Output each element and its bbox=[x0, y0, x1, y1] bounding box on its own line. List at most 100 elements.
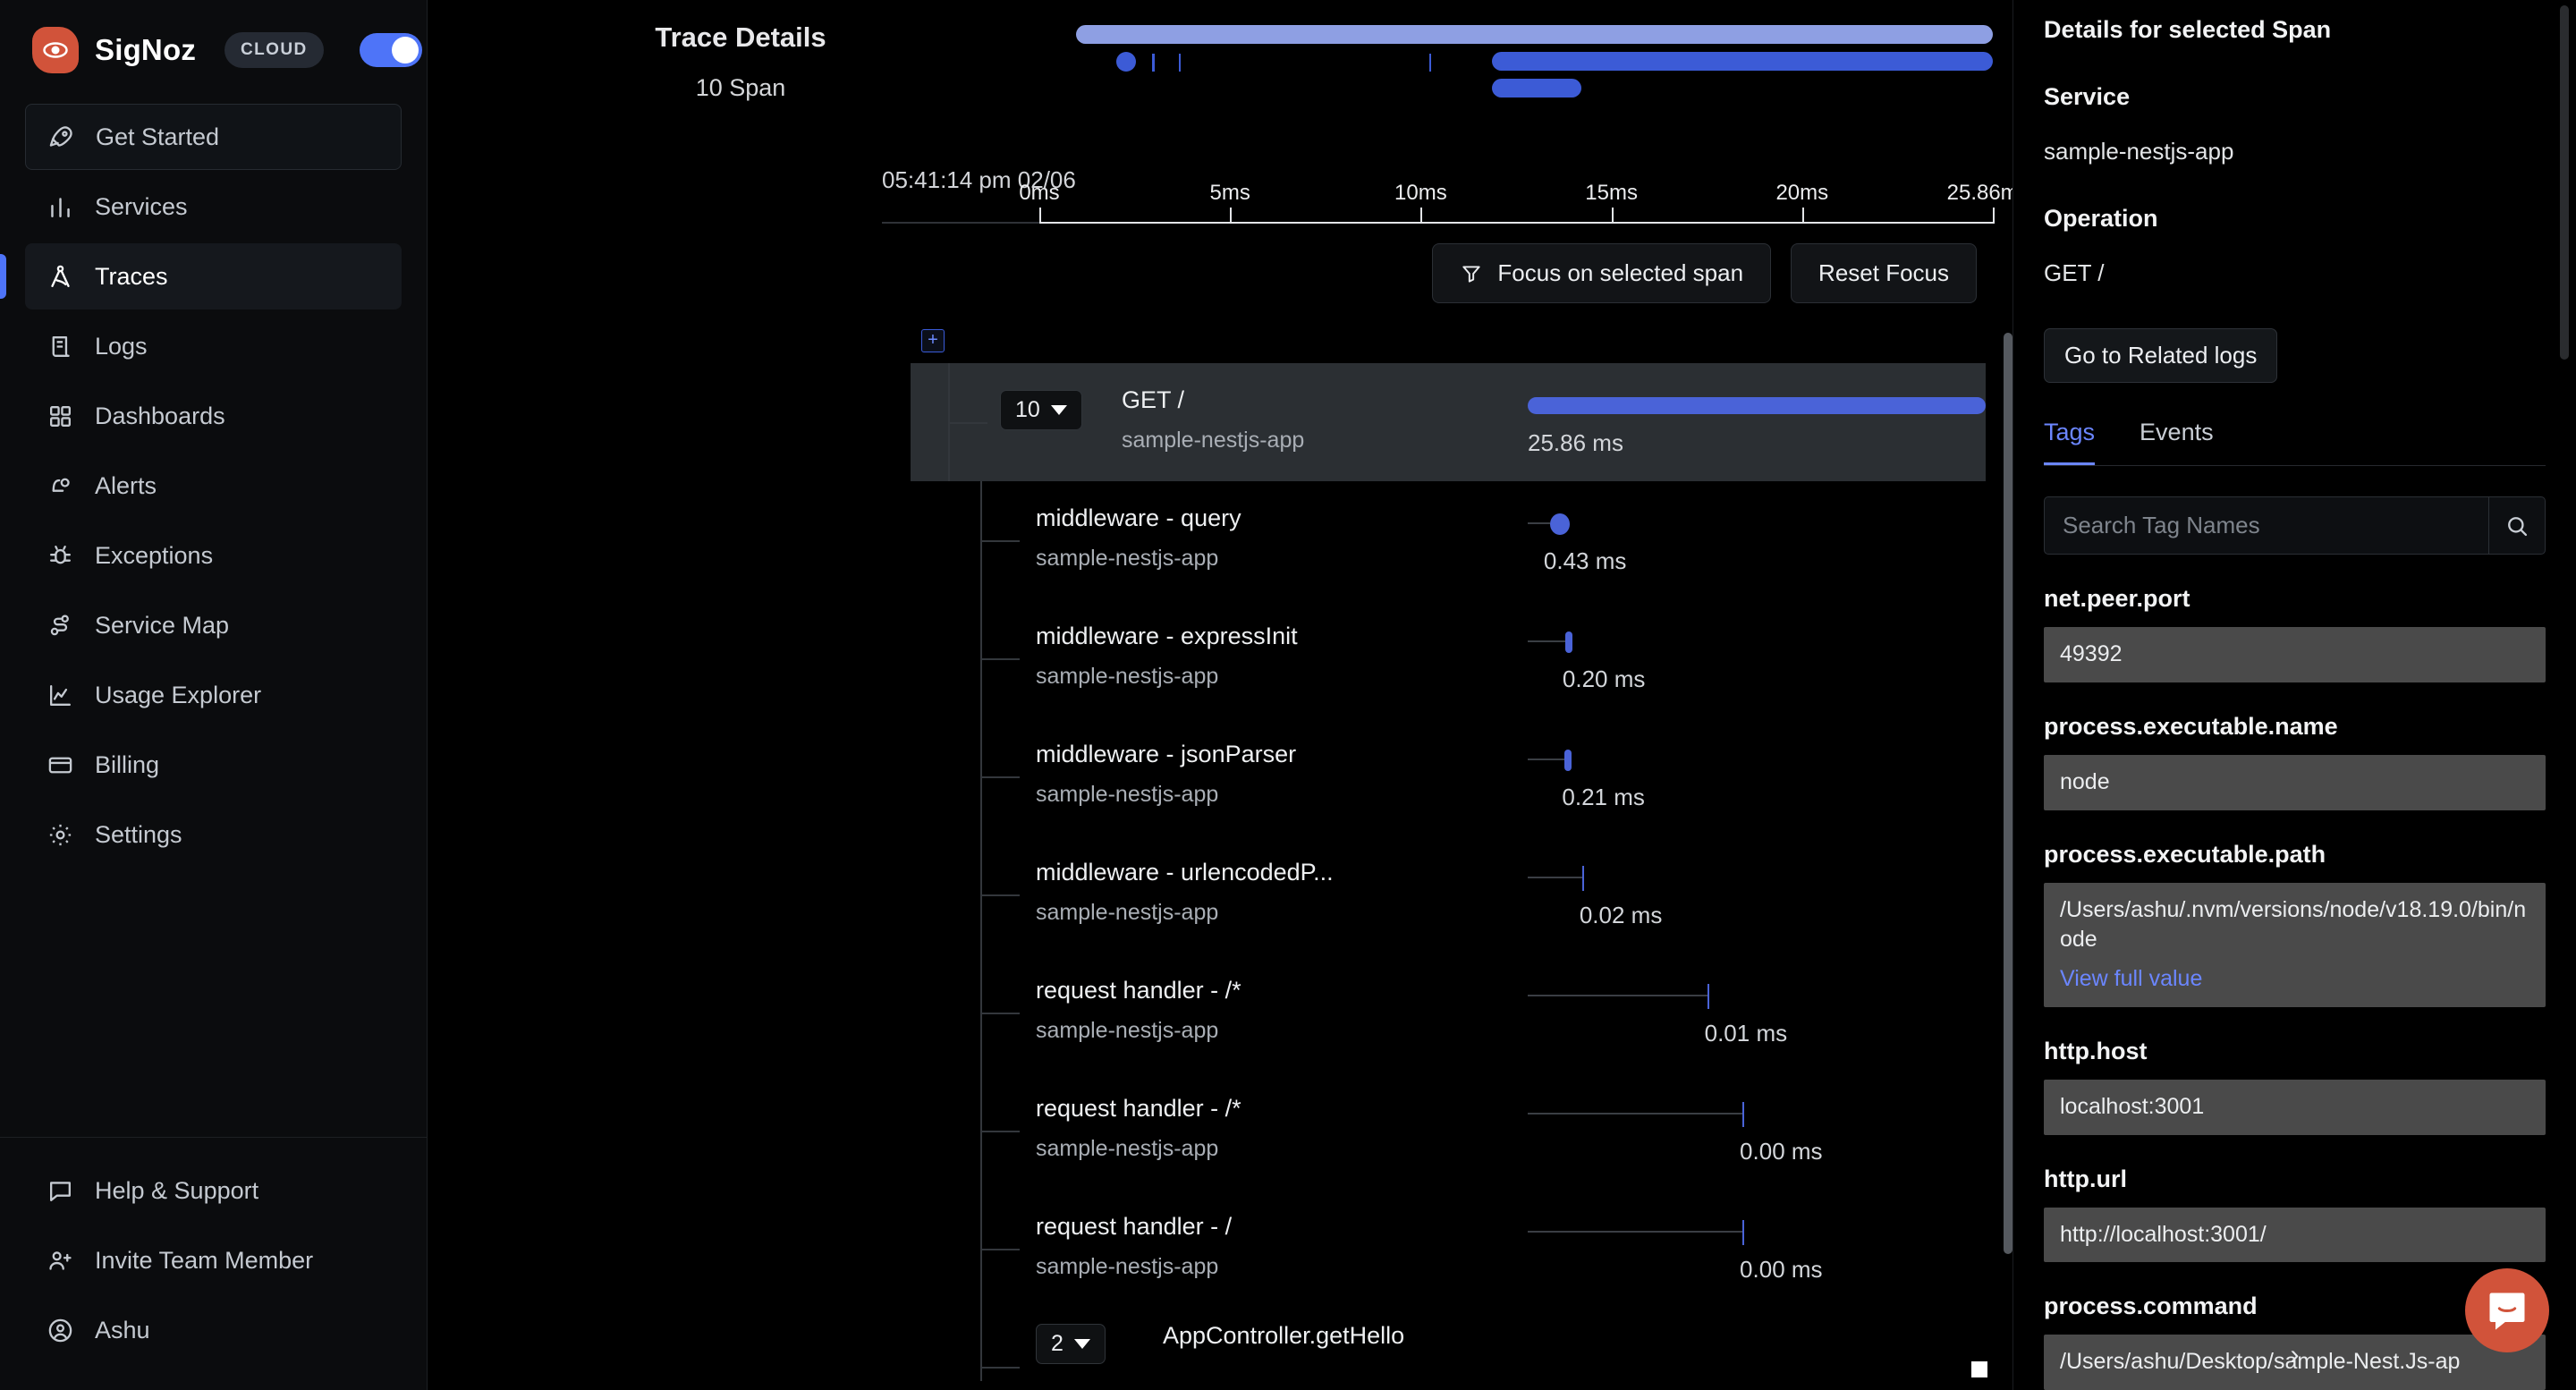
tree-connector bbox=[982, 1013, 1020, 1014]
trace-header-titles: Trace Details 10 Span bbox=[428, 5, 1054, 159]
sidebar-item-get-started[interactable]: Get Started bbox=[25, 104, 402, 170]
table-row[interactable]: request handler - /* sample-nestjs-app 0… bbox=[911, 954, 1986, 1072]
axis-tick-label: 20ms bbox=[1775, 181, 1829, 205]
sidebar-item-account[interactable]: Ashu bbox=[25, 1297, 402, 1363]
span-service: sample-nestjs-app bbox=[1036, 1136, 1219, 1161]
sidebar-item-label: Service Map bbox=[95, 611, 230, 639]
details-panel-scrollbar[interactable] bbox=[2560, 5, 2569, 360]
timeline-axis: 05:41:14 pm 02/06 0ms 5ms 10ms 15ms 20ms… bbox=[882, 166, 2029, 224]
span-bar bbox=[1528, 397, 1986, 414]
trace-detail-main: Trace Details 10 Span 05:41:14 pm 02/06 … bbox=[428, 0, 2029, 1390]
sidebar-item-traces[interactable]: Traces bbox=[0, 243, 402, 309]
search-button[interactable] bbox=[2488, 496, 2546, 555]
span-leader-line bbox=[1528, 522, 1550, 524]
sidebar-item-dashboards[interactable]: Dashboards bbox=[25, 383, 402, 449]
tag-search bbox=[2044, 496, 2546, 555]
tag-value: 49392 bbox=[2044, 627, 2546, 682]
chevron-down-icon bbox=[1050, 405, 1067, 415]
span-leader-line bbox=[1528, 1231, 1743, 1233]
span-bar bbox=[1742, 1220, 1745, 1245]
bar-chart-icon bbox=[45, 191, 75, 222]
service-map-icon bbox=[45, 610, 75, 640]
sidebar-item-label: Usage Explorer bbox=[95, 681, 262, 708]
user-circle-icon bbox=[45, 1315, 75, 1345]
span-count: 10 Span bbox=[695, 74, 786, 101]
reset-focus-button[interactable]: Reset Focus bbox=[1791, 243, 1977, 303]
tree-connector bbox=[982, 894, 1020, 896]
bug-icon bbox=[45, 540, 75, 571]
search-input[interactable] bbox=[2044, 496, 2488, 555]
span-bar bbox=[1549, 513, 1570, 535]
horizontal-scroll-nub[interactable] bbox=[1971, 1361, 1987, 1377]
logs-scroll-icon bbox=[45, 331, 75, 361]
signoz-logo-icon bbox=[32, 27, 79, 73]
span-bar-cell: 0.00 ms bbox=[1528, 1190, 1986, 1308]
span-service: sample-nestjs-app bbox=[1036, 782, 1219, 807]
span-name: middleware - query bbox=[1036, 504, 1241, 531]
span-bar bbox=[1564, 631, 1572, 653]
gear-icon bbox=[45, 819, 75, 850]
tab-tags[interactable]: Tags bbox=[2044, 419, 2096, 465]
span-children-toggle[interactable]: 10 bbox=[1000, 390, 1082, 430]
table-row[interactable]: middleware - query sample-nestjs-app 0.4… bbox=[911, 481, 1986, 599]
table-row[interactable]: middleware - expressInit sample-nestjs-a… bbox=[911, 599, 1986, 717]
brand-name: SigNoz bbox=[95, 33, 197, 66]
tab-events[interactable]: Events bbox=[2140, 419, 2214, 465]
trace-minimap[interactable] bbox=[1054, 5, 2012, 159]
sidebar-item-invite-team-member[interactable]: Invite Team Member bbox=[25, 1227, 402, 1293]
table-row[interactable]: 10 GET / sample-nestjs-app 25.86 ms bbox=[911, 363, 1986, 481]
sidebar-item-logs[interactable]: Logs bbox=[25, 313, 402, 379]
span-children-toggle[interactable]: 2 bbox=[1036, 1324, 1106, 1364]
tag-value: http://localhost:3001/ bbox=[2044, 1207, 2546, 1263]
span-bar bbox=[1581, 866, 1584, 891]
minimap-row-root bbox=[1054, 25, 1993, 47]
sidebar-item-services[interactable]: Services bbox=[25, 174, 402, 240]
traces-icon bbox=[45, 261, 75, 292]
span-service: sample-nestjs-app bbox=[1036, 546, 1219, 571]
go-to-related-logs-button[interactable]: Go to Related logs bbox=[2044, 328, 2278, 383]
table-row[interactable]: request handler - /* sample-nestjs-app 0… bbox=[911, 1072, 1986, 1190]
sidebar-item-alerts[interactable]: Alerts bbox=[25, 453, 402, 519]
sidebar-item-label: Logs bbox=[95, 332, 148, 360]
axis-tick-mark bbox=[1611, 208, 1614, 224]
sidebar-item-settings[interactable]: Settings bbox=[25, 801, 402, 868]
expand-collapse-all-button[interactable]: + bbox=[921, 329, 945, 352]
axis-tick-mark bbox=[1801, 208, 1804, 224]
sidebar-item-label: Services bbox=[95, 192, 188, 220]
span-label-cell: middleware - query sample-nestjs-app bbox=[911, 481, 1528, 599]
tag-value: node bbox=[2044, 754, 2546, 810]
focus-on-selected-span-button[interactable]: Focus on selected span bbox=[1432, 243, 1772, 303]
span-label-cell: middleware - urlencodedP... sample-nestj… bbox=[911, 835, 1528, 954]
table-row[interactable]: 2 AppController.getHello bbox=[911, 1308, 1986, 1381]
tag-key: process.executable.name bbox=[2044, 712, 2338, 740]
sidebar-item-label: Help & Support bbox=[95, 1176, 259, 1204]
span-list-scrollbar[interactable] bbox=[2004, 333, 2012, 1254]
table-row[interactable]: request handler - / sample-nestjs-app 0.… bbox=[911, 1190, 1986, 1308]
sidebar-item-usage-explorer[interactable]: Usage Explorer bbox=[25, 662, 402, 728]
table-row[interactable]: middleware - jsonParser sample-nestjs-ap… bbox=[911, 717, 1986, 835]
sidebar-item-exceptions[interactable]: Exceptions bbox=[25, 522, 402, 589]
view-full-value-link[interactable]: View full value bbox=[2060, 964, 2529, 995]
scrollbar-thumb[interactable] bbox=[2004, 333, 2012, 1254]
sidebar-item-service-map[interactable]: Service Map bbox=[25, 592, 402, 658]
span-bar-cell: 0.00 ms bbox=[1528, 1072, 1986, 1190]
reset-button-label: Reset Focus bbox=[1818, 259, 1949, 286]
sidebar-item-billing[interactable]: Billing bbox=[25, 732, 402, 798]
sidebar: SigNoz CLOUD Get Started Services Traces… bbox=[0, 0, 428, 1390]
axis-tick-label: 0ms bbox=[1019, 181, 1060, 205]
tag-key: net.peer.port bbox=[2044, 585, 2190, 612]
chevron-down-icon bbox=[1073, 1339, 1090, 1349]
table-row[interactable]: middleware - urlencodedP... sample-nestj… bbox=[911, 835, 1986, 954]
chat-bubble-icon bbox=[2489, 1293, 2525, 1330]
span-name: request handler - /* bbox=[1036, 977, 1241, 1004]
span-name: middleware - expressInit bbox=[1036, 623, 1298, 649]
intercom-launcher-button[interactable] bbox=[2465, 1268, 2549, 1352]
axis-tick-label: 5ms bbox=[1209, 181, 1250, 205]
span-tree-panel: + 10 GET / sample-nestjs-app 25.86 ms mi… bbox=[911, 329, 1986, 1381]
sidebar-item-label: Invite Team Member bbox=[95, 1246, 314, 1274]
grid-icon bbox=[45, 401, 75, 431]
tag-key: http.url bbox=[2044, 1165, 2127, 1192]
sidebar-item-help-support[interactable]: Help & Support bbox=[25, 1157, 402, 1224]
theme-toggle[interactable] bbox=[359, 33, 422, 67]
span-bar-cell: 0.21 ms bbox=[1528, 717, 1986, 835]
